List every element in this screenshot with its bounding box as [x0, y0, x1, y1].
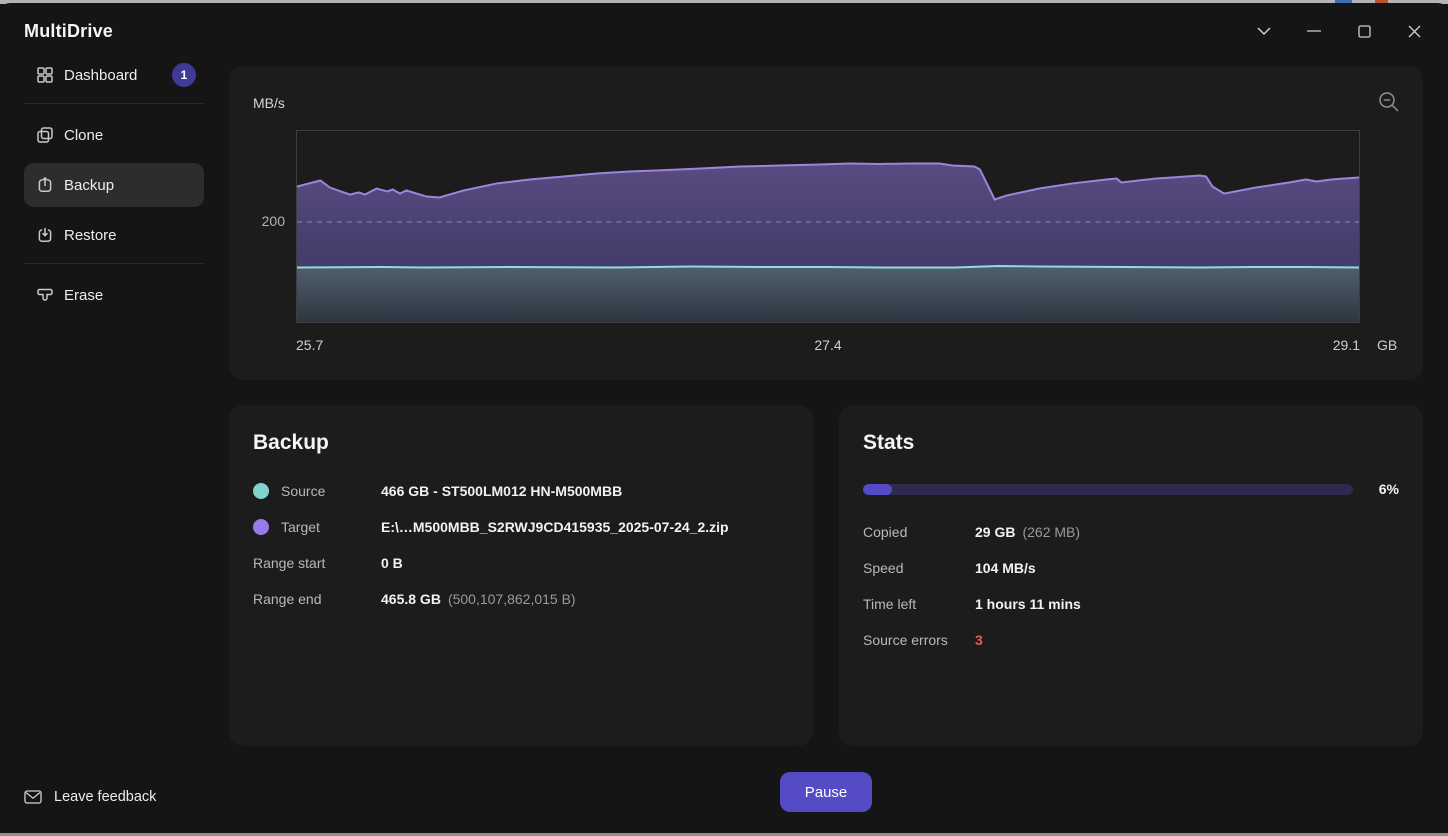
- minimize-icon: [1307, 30, 1321, 32]
- source-label: Source: [281, 483, 325, 499]
- y-axis-tick-200: 200: [229, 213, 285, 229]
- close-button[interactable]: [1389, 15, 1439, 47]
- range-end-row: Range end 465.8 GB (500,107,862,015 B): [253, 589, 789, 609]
- app-window: MultiDrive Dashboard 1: [0, 3, 1448, 833]
- range-start-label: Range start: [253, 555, 381, 571]
- source-errors-value: 3: [975, 632, 983, 648]
- sidebar-item-clone[interactable]: Clone: [24, 113, 204, 157]
- source-label-group: Source: [253, 483, 381, 499]
- stats-card-title: Stats: [863, 431, 1399, 455]
- download-icon: [36, 226, 54, 244]
- copied-secondary: (262 MB): [1022, 524, 1080, 540]
- time-left-value: 1 hours 11 mins: [975, 596, 1081, 612]
- progress-percent-label: 6%: [1379, 481, 1399, 497]
- copied-label: Copied: [863, 524, 975, 540]
- source-color-dot: [253, 483, 269, 499]
- app-title: MultiDrive: [24, 21, 113, 42]
- pause-button[interactable]: Pause: [780, 772, 872, 812]
- window-controls: [1239, 15, 1439, 47]
- grid-icon: [36, 66, 54, 84]
- envelope-icon: [24, 790, 42, 804]
- time-left-label: Time left: [863, 596, 975, 612]
- progress-row: 6%: [863, 481, 1399, 497]
- sidebar-item-label: Restore: [64, 227, 117, 244]
- x-axis-unit-label: GB: [1377, 337, 1397, 353]
- close-icon: [1408, 25, 1421, 38]
- sidebar-item-label: Backup: [64, 177, 114, 194]
- copied-value: 29 GB: [975, 524, 1015, 540]
- chart-plot-area[interactable]: [296, 130, 1360, 323]
- target-label: Target: [281, 519, 320, 535]
- x-axis-labels: 25.7 27.4 29.1: [296, 337, 1360, 353]
- source-value: 466 GB - ST500LM012 HN-M500MBB: [381, 483, 622, 499]
- sidebar-item-label: Dashboard: [64, 67, 137, 84]
- range-start-value: 0 B: [381, 555, 403, 571]
- backup-card-title: Backup: [253, 431, 789, 455]
- sidebar-item-dashboard[interactable]: Dashboard 1: [24, 53, 204, 97]
- y-axis-unit-label: MB/s: [253, 95, 285, 111]
- backup-card: Backup Source 466 GB - ST500LM012 HN-M50…: [229, 405, 813, 746]
- sidebar-divider: [24, 263, 204, 264]
- maximize-button[interactable]: [1339, 15, 1389, 47]
- x-tick-start: 25.7: [296, 337, 323, 353]
- minimize-button[interactable]: [1289, 15, 1339, 47]
- sidebar-item-label: Clone: [64, 127, 103, 144]
- chart-zoom-out-button[interactable]: [1377, 90, 1401, 117]
- upload-icon: [36, 176, 54, 194]
- feedback-label: Leave feedback: [54, 789, 156, 805]
- x-tick-end: 29.1: [1333, 337, 1360, 353]
- progress-bar: [863, 484, 1353, 495]
- range-end-label: Range end: [253, 591, 381, 607]
- range-end-bytes: (500,107,862,015 B): [448, 591, 576, 607]
- target-value: E:\…M500MBB_S2RWJ9CD415935_2025-07-24_2.…: [381, 519, 729, 535]
- sidebar-item-erase[interactable]: Erase: [24, 273, 204, 317]
- source-row: Source 466 GB - ST500LM012 HN-M500MBB: [253, 481, 789, 501]
- target-row: Target E:\…M500MBB_S2RWJ9CD415935_2025-0…: [253, 517, 789, 537]
- target-color-dot: [253, 519, 269, 535]
- copy-icon: [36, 126, 54, 144]
- source-errors-row: Source errors 3: [863, 630, 1399, 650]
- dashboard-badge: 1: [172, 63, 196, 87]
- progress-fill: [863, 484, 892, 495]
- sidebar-item-label: Erase: [64, 287, 103, 304]
- throughput-chart-svg: [297, 131, 1359, 322]
- target-label-group: Target: [253, 519, 381, 535]
- eraser-icon: [36, 286, 54, 304]
- sidebar-item-restore[interactable]: Restore: [24, 213, 204, 257]
- menu-chevron-button[interactable]: [1239, 15, 1289, 47]
- source-errors-label: Source errors: [863, 632, 975, 648]
- speed-value: 104 MB/s: [975, 560, 1036, 576]
- copied-row: Copied 29 GB (262 MB): [863, 522, 1399, 542]
- sidebar-divider: [24, 103, 204, 104]
- speed-label: Speed: [863, 560, 975, 576]
- time-left-row: Time left 1 hours 11 mins: [863, 594, 1399, 614]
- chevron-down-icon: [1257, 27, 1271, 35]
- stats-card: Stats 6% Copied 29 GB (262 MB) Speed 104…: [839, 405, 1423, 746]
- magnifier-minus-icon: [1377, 90, 1401, 114]
- maximize-icon: [1358, 25, 1371, 38]
- speed-row: Speed 104 MB/s: [863, 558, 1399, 578]
- x-tick-mid: 27.4: [814, 337, 841, 353]
- range-end-value: 465.8 GB: [381, 591, 441, 607]
- sidebar: Dashboard 1 Clone Backup: [0, 53, 208, 833]
- sidebar-item-backup[interactable]: Backup: [24, 163, 204, 207]
- range-start-row: Range start 0 B: [253, 553, 789, 573]
- titlebar: MultiDrive: [0, 3, 1448, 56]
- throughput-chart-card: MB/s 200 25.7 27.4 29.1 GB: [229, 66, 1423, 380]
- leave-feedback-button[interactable]: Leave feedback: [24, 789, 156, 805]
